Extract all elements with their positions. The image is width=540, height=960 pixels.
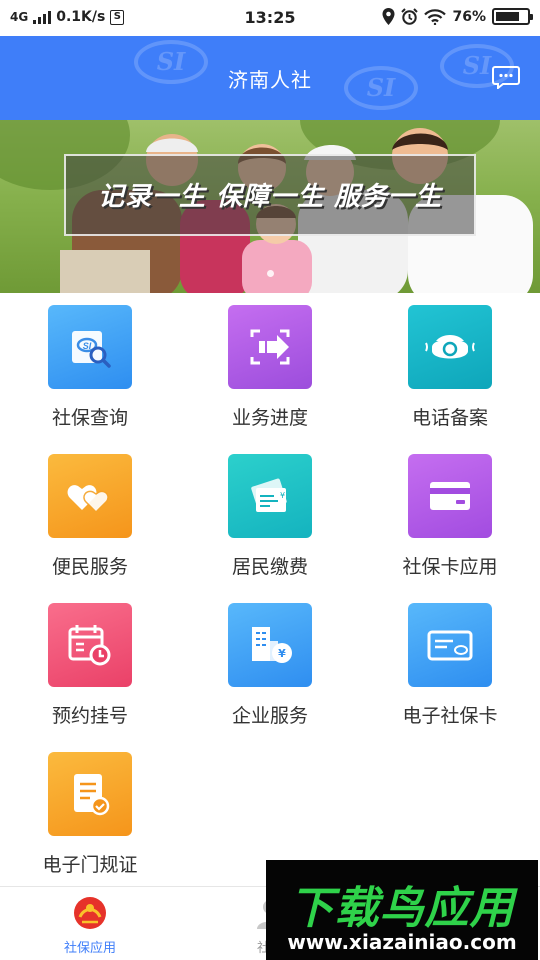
alarm-icon — [401, 8, 419, 25]
battery-percent: 76% — [452, 8, 486, 25]
message-icon[interactable] — [492, 65, 520, 89]
location-icon — [382, 8, 395, 25]
slogan-panel: 记录一生 保障一生 服务一生 — [64, 154, 476, 236]
service-e-door-permit[interactable]: 电子门规证 — [0, 740, 180, 889]
service-appointment[interactable]: 预约挂号 — [0, 591, 180, 740]
service-business-progress[interactable]: 业务进度 — [180, 293, 360, 442]
family-banner[interactable]: 记录一生 保障一生 服务一生 — [0, 120, 540, 293]
e-card-icon — [408, 603, 492, 687]
hearts-icon — [48, 454, 132, 538]
ss-logo-icon — [74, 897, 106, 929]
service-ss-card-app[interactable]: 社保卡应用 — [360, 442, 540, 591]
status-bar: 4G 0.1K/s S 13:25 76% — [0, 0, 540, 36]
tab-ss-apps[interactable]: 社保应用 — [0, 887, 180, 960]
service-label: 电子社保卡 — [402, 705, 498, 727]
service-social-security-query[interactable]: SI 社保查询 — [0, 293, 180, 442]
watermark-title: 下载鸟应用 — [289, 883, 515, 934]
calendar-clock-icon — [48, 603, 132, 687]
building-yuan-icon: ¥ — [228, 603, 312, 687]
payment-icon: ¥ — [228, 454, 312, 538]
service-label: 社保卡应用 — [402, 556, 498, 578]
battery-icon — [492, 8, 533, 25]
service-label: 便民服务 — [51, 556, 128, 578]
service-label: 业务进度 — [231, 407, 308, 429]
service-label: 居民缴费 — [231, 556, 308, 578]
service-label: 电子门规证 — [42, 854, 138, 876]
page-title: 济南人社 — [228, 68, 312, 92]
battery-fill — [496, 12, 519, 21]
document-check-icon — [48, 752, 132, 836]
watermark-url: www.xiazainiao.com — [287, 930, 517, 954]
service-label: 社保查询 — [51, 407, 128, 429]
progress-icon — [228, 305, 312, 389]
svg-text:¥: ¥ — [280, 491, 285, 500]
search-card-icon: SI — [48, 305, 132, 389]
download-site-watermark: 下载鸟应用 www.xiazainiao.com — [266, 860, 538, 960]
service-enterprise[interactable]: ¥ 企业服务 — [180, 591, 360, 740]
app-header: SI SI SI 济南人社 — [0, 36, 540, 120]
service-phone-registration[interactable]: 电话备案 — [360, 293, 540, 442]
service-convenience[interactable]: 便民服务 — [0, 442, 180, 591]
telephone-icon — [408, 305, 492, 389]
service-resident-payment[interactable]: ¥ 居民缴费 — [180, 442, 360, 591]
carousel-dot — [266, 270, 274, 277]
banner-slogan: 记录一生 保障一生 服务一生 — [97, 182, 443, 212]
tab-label: 社保应用 — [63, 941, 116, 956]
service-label: 企业服务 — [231, 705, 308, 727]
service-e-ss-card[interactable]: 电子社保卡 — [360, 591, 540, 740]
wifi-icon — [424, 8, 447, 25]
card-icon — [408, 454, 492, 538]
svg-text:SI: SI — [83, 341, 92, 351]
service-label: 电话备案 — [411, 407, 488, 429]
svg-text:¥: ¥ — [278, 647, 286, 660]
carousel-indicator — [0, 262, 540, 281]
service-label: 预约挂号 — [51, 705, 128, 727]
